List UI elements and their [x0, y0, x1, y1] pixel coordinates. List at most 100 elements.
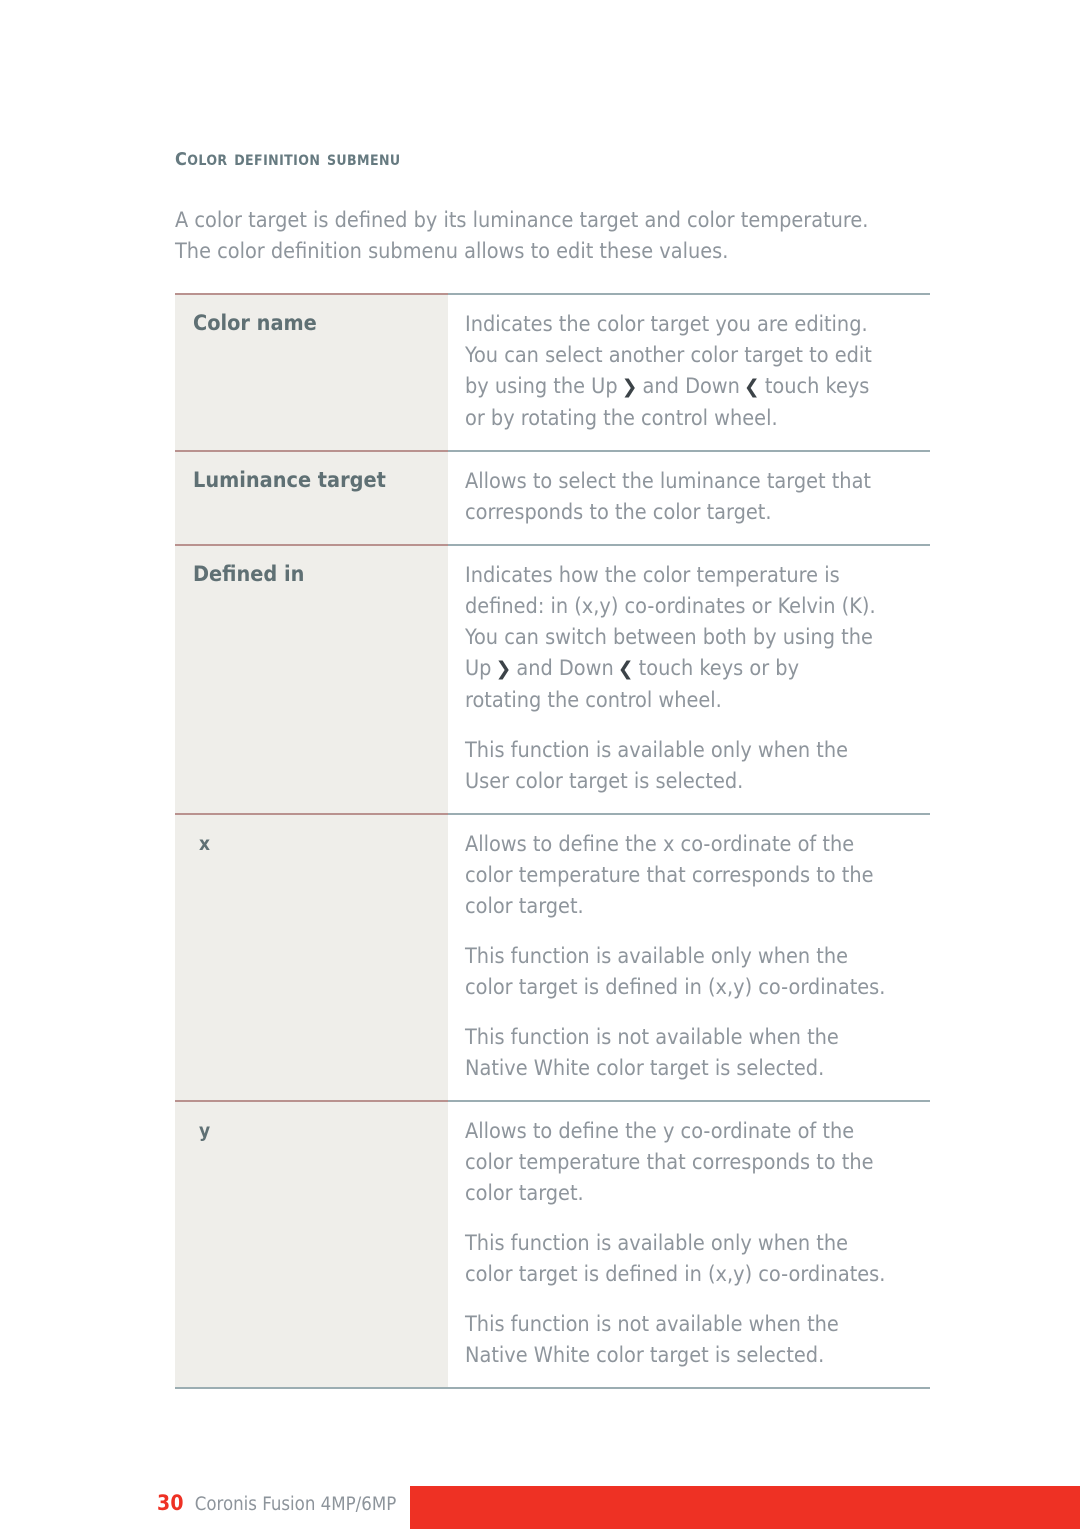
- description-line: defined: in (x,y) co-ordinates or Kelvin…: [465, 591, 930, 622]
- description-paragraph: This function is not available when the N…: [465, 1022, 930, 1084]
- text-segment: touch keys: [764, 373, 870, 399]
- text-segment: Up: [465, 655, 492, 681]
- description-line: color temperature that corresponds to th…: [465, 860, 930, 891]
- description-line: This function is available only when the: [465, 941, 930, 972]
- text-segment: Indicates the color target you are editi…: [465, 311, 868, 337]
- description-line: Native White color target is selected.: [465, 1340, 930, 1371]
- text-segment: This function is available only when the: [465, 1230, 849, 1256]
- down-touch-key-icon: ❮: [617, 657, 634, 680]
- text-segment: and Down: [516, 655, 614, 681]
- text-segment: defined: in (x,y) co-ordinates or Kelvin…: [465, 593, 876, 619]
- description-line: This function is available only when the: [465, 735, 930, 766]
- table-row: Defined in Indicates how the color temper…: [175, 543, 930, 814]
- document-title: Coronis Fusion 4MP/6MP: [194, 1494, 397, 1515]
- row-description-cell: Allows to select the luminance target th…: [448, 449, 930, 545]
- description-paragraph: This function is available only when the…: [465, 1228, 930, 1290]
- row-description-cell: Allows to define the y co-ordinate of th…: [448, 1099, 930, 1389]
- table-row: Luminance target Allows to select the lum…: [175, 449, 930, 545]
- text-segment: or by rotating the control wheel.: [465, 405, 778, 431]
- description-line: This function is not available when the: [465, 1309, 930, 1340]
- text-segment: This function is available only when the: [465, 943, 849, 969]
- page-footer: 30 Coronis Fusion 4MP/6MP: [0, 1467, 1080, 1529]
- text-segment: rotating the control wheel.: [465, 687, 722, 713]
- description-line: You can switch between both by using the: [465, 622, 930, 653]
- text-segment: corresponds to the color target.: [465, 499, 772, 525]
- row-label: Luminance target: [193, 467, 386, 493]
- description-line: corresponds to the color target.: [465, 497, 930, 528]
- up-touch-key-icon: ❯: [495, 657, 512, 680]
- color-definition-table: Color name Indicates the color target you…: [175, 292, 930, 1389]
- text-segment: and Down: [642, 373, 740, 399]
- description-paragraph: This function is not available when the N…: [465, 1309, 930, 1371]
- description-line: color temperature that corresponds to th…: [465, 1147, 930, 1178]
- table-row: y Allows to define the y co-ordinate of t…: [175, 1099, 930, 1389]
- text-segment: color target is defined in (x,y) co-ordi…: [465, 1261, 886, 1287]
- description-line: rotating the control wheel.: [465, 685, 930, 716]
- description-line: or by rotating the control wheel.: [465, 403, 930, 434]
- description-line: Native White color target is selected.: [465, 1053, 930, 1084]
- table-body: Color name Indicates the color target you…: [175, 292, 930, 1389]
- description-paragraph: This function is available only when the…: [465, 941, 930, 1003]
- page-title: Color definition submenu: [175, 142, 401, 171]
- row-description-cell: Allows to define the x co-ordinate of th…: [448, 812, 930, 1101]
- down-touch-key-icon: ❮: [743, 375, 760, 398]
- description-line: This function is not available when the: [465, 1022, 930, 1053]
- description-line: You can select another color target to e…: [465, 340, 930, 371]
- intro-paragraph: A color target is defined by its luminan…: [175, 205, 925, 267]
- description-line: User color target is selected.: [465, 766, 930, 797]
- row-description-cell: Indicates how the color temperature is de…: [448, 543, 930, 814]
- description-paragraph: Allows to define the y co-ordinate of th…: [465, 1116, 930, 1209]
- description-line: color target.: [465, 1178, 930, 1209]
- row-label: x: [199, 832, 211, 855]
- row-label: Defined in: [193, 561, 305, 587]
- description-line: Up ❯ and Down ❮ touch keys or by: [465, 653, 930, 685]
- text-segment: This function is not available when the: [465, 1311, 839, 1337]
- table-row: x Allows to define the x co-ordinate of t…: [175, 812, 930, 1101]
- text-segment: color target is defined in (x,y) co-ordi…: [465, 974, 886, 1000]
- text-segment: You can select another color target to e…: [465, 342, 872, 368]
- table-row: Color name Indicates the color target you…: [175, 292, 930, 451]
- row-label: Color name: [193, 310, 317, 336]
- row-label: y: [199, 1119, 211, 1142]
- text-segment: User color target is selected.: [465, 768, 744, 794]
- description-paragraph: Indicates how the color temperature is de…: [465, 560, 930, 716]
- intro-line: The color definition submenu allows to e…: [175, 238, 729, 264]
- row-label-cell: Color name: [175, 292, 448, 451]
- page-content: Color definition submenu A color target …: [175, 143, 930, 1389]
- text-segment: This function is not available when the: [465, 1024, 839, 1050]
- footer-red-bar: [410, 1486, 1080, 1529]
- description-line: Allows to select the luminance target th…: [465, 466, 930, 497]
- text-segment: Native White color target is selected.: [465, 1055, 825, 1081]
- page-number: 30: [157, 1491, 184, 1515]
- description-line: This function is available only when the: [465, 1228, 930, 1259]
- text-segment: color temperature that corresponds to th…: [465, 1149, 874, 1175]
- up-touch-key-icon: ❯: [621, 375, 638, 398]
- text-segment: by using the Up: [465, 373, 618, 399]
- description-line: Allows to define the y co-ordinate of th…: [465, 1116, 930, 1147]
- description-paragraph: Allows to select the luminance target th…: [465, 466, 930, 528]
- description-line: Indicates how the color temperature is: [465, 560, 930, 591]
- description-line: by using the Up ❯ and Down ❮ touch keys: [465, 371, 930, 403]
- description-line: color target.: [465, 891, 930, 922]
- description-line: Allows to define the x co-ordinate of th…: [465, 829, 930, 860]
- description-paragraph: This function is available only when the…: [465, 735, 930, 797]
- description-line: color target is defined in (x,y) co-ordi…: [465, 1259, 930, 1290]
- text-segment: You can switch between both by using the: [465, 624, 873, 650]
- text-segment: Allows to define the y co-ordinate of th…: [465, 1118, 855, 1144]
- text-segment: color target.: [465, 1180, 584, 1206]
- description-line: color target is defined in (x,y) co-ordi…: [465, 972, 930, 1003]
- row-label-cell: y: [175, 1099, 448, 1389]
- row-label-cell: Luminance target: [175, 449, 448, 545]
- description-paragraph: Indicates the color target you are editi…: [465, 309, 930, 434]
- text-segment: Indicates how the color temperature is: [465, 562, 840, 588]
- document-page: Color definition submenu A color target …: [0, 0, 1080, 1529]
- intro-line: A color target is defined by its luminan…: [175, 207, 869, 233]
- text-segment: touch keys or by: [638, 655, 800, 681]
- description-line: Indicates the color target you are editi…: [465, 309, 930, 340]
- row-label-cell: x: [175, 812, 448, 1101]
- text-segment: color target.: [465, 893, 584, 919]
- text-segment: Allows to define the x co-ordinate of th…: [465, 831, 855, 857]
- text-segment: Native White color target is selected.: [465, 1342, 825, 1368]
- text-segment: This function is available only when the: [465, 737, 849, 763]
- description-paragraph: Allows to define the x co-ordinate of th…: [465, 829, 930, 922]
